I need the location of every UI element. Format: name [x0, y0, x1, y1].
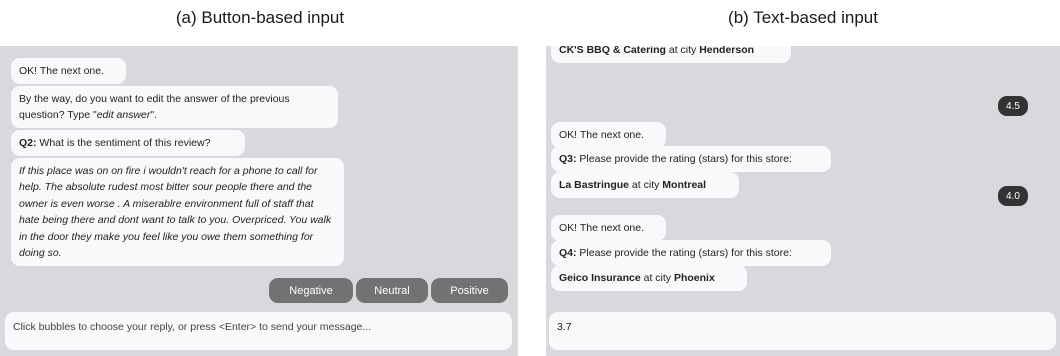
- chat-panel-text-based: CK'S BBQ & Catering at city Henderson 4.…: [546, 46, 1060, 356]
- bot-message-store: La Bastringue at city Montreal: [551, 172, 739, 198]
- user-reply-bubble: 4.0: [998, 186, 1028, 206]
- bot-message-next: OK! The next one.: [11, 58, 126, 84]
- chat-panel-button-based: OK! The next one. By the way, do you wan…: [0, 46, 518, 356]
- bot-message-question-2: Q2: What is the sentiment of this review…: [11, 130, 245, 156]
- bot-message-next: OK! The next one.: [551, 215, 666, 241]
- positive-button[interactable]: Positive: [431, 278, 508, 303]
- caption-button-based: (a) Button-based input: [175, 8, 345, 27]
- bot-message-edit-prompt: By the way, do you want to edit the answ…: [11, 86, 338, 128]
- bot-message-store-top: CK'S BBQ & Catering at city Henderson: [551, 46, 791, 63]
- message-input[interactable]: 3.7: [549, 312, 1056, 350]
- bot-message-question-3: Q3: Please provide the rating (stars) fo…: [551, 146, 831, 172]
- negative-button[interactable]: Negative: [269, 278, 353, 303]
- user-reply-bubble: 4.5: [998, 96, 1028, 116]
- bot-message-store: Geico Insurance at city Phoenix: [551, 265, 747, 291]
- neutral-button[interactable]: Neutral: [356, 278, 428, 303]
- message-input[interactable]: Click bubbles to choose your reply, or p…: [5, 312, 512, 350]
- caption-text-based: (b) Text-based input: [728, 8, 878, 27]
- bot-message-next: OK! The next one.: [551, 122, 666, 148]
- bot-message-question-4: Q4: Please provide the rating (stars) fo…: [551, 240, 831, 266]
- bot-message-review: If this place was on on fire i wouldn't …: [11, 158, 344, 267]
